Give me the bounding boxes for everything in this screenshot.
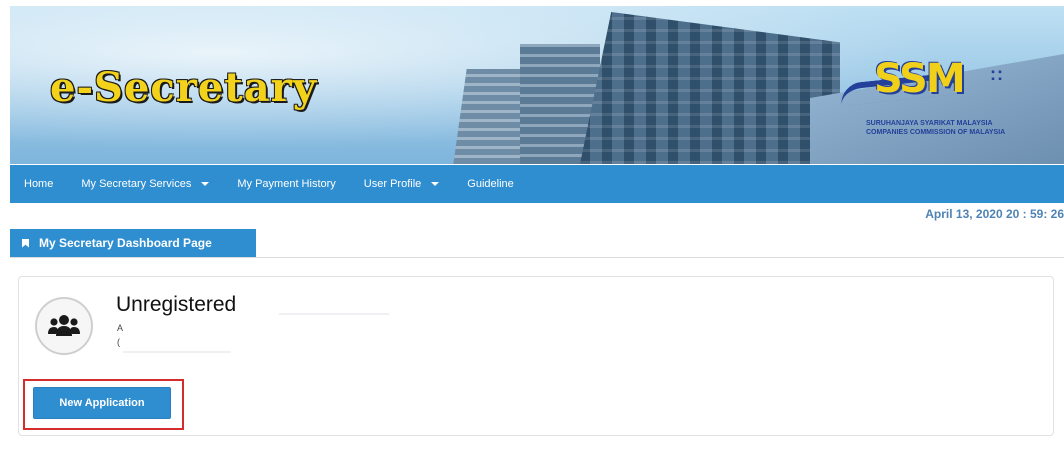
nav-item-my-secretary-services[interactable]: My Secretary Services [67, 178, 223, 190]
status-card: Unregistered A ( New Application [18, 276, 1054, 436]
nav-item-user-profile[interactable]: User Profile [350, 178, 453, 190]
nav-item-label: Home [24, 178, 54, 190]
registration-status-title: Unregistered [116, 293, 237, 316]
redacted-line [123, 351, 231, 353]
new-application-button[interactable]: New Application [33, 387, 171, 419]
redacted-line [279, 313, 389, 315]
ssm-logo-line1: SURUHANJAYA SYARIKAT MALAYSIA [866, 120, 993, 127]
bookmark-icon [22, 238, 29, 248]
ssm-logo-mark: SSM [874, 56, 966, 102]
nav-item-label: My Secretary Services [81, 178, 192, 190]
page-title-tab: My Secretary Dashboard Page [10, 229, 256, 257]
detail-line-2: ( [117, 337, 120, 347]
current-datetime: April 13, 2020 20 : 59: 26 [925, 207, 1064, 221]
ssm-logo-line2: COMPANIES COMMISSION OF MALAYSIA [866, 129, 1006, 136]
nav-item-home[interactable]: Home [10, 178, 67, 190]
caret-down-icon [431, 182, 440, 186]
main-nav: Home My Secretary Services My Payment Hi… [10, 165, 1064, 203]
nav-item-label: Guideline [467, 178, 514, 190]
e-secretary-logo[interactable]: e-Secretary [50, 64, 317, 111]
ssm-logo-dots: :: [990, 64, 1004, 84]
users-icon [48, 315, 80, 336]
tab-divider [10, 257, 1064, 258]
header-banner: e-Secretary SSM :: SURUHANJAYA SYARIKAT … [10, 6, 1064, 164]
nav-item-label: My Payment History [237, 178, 336, 190]
nav-item-my-payment-history[interactable]: My Payment History [223, 178, 349, 190]
caret-down-icon [201, 182, 210, 186]
avatar [35, 297, 93, 355]
detail-line-1: A [117, 323, 124, 333]
nav-item-guideline[interactable]: Guideline [453, 178, 527, 190]
nav-item-label: User Profile [363, 178, 422, 190]
page-title: My Secretary Dashboard Page [39, 236, 212, 250]
ssm-logo: SSM :: SURUHANJAYA SYARIKAT MALAYSIA COM… [836, 50, 1046, 140]
